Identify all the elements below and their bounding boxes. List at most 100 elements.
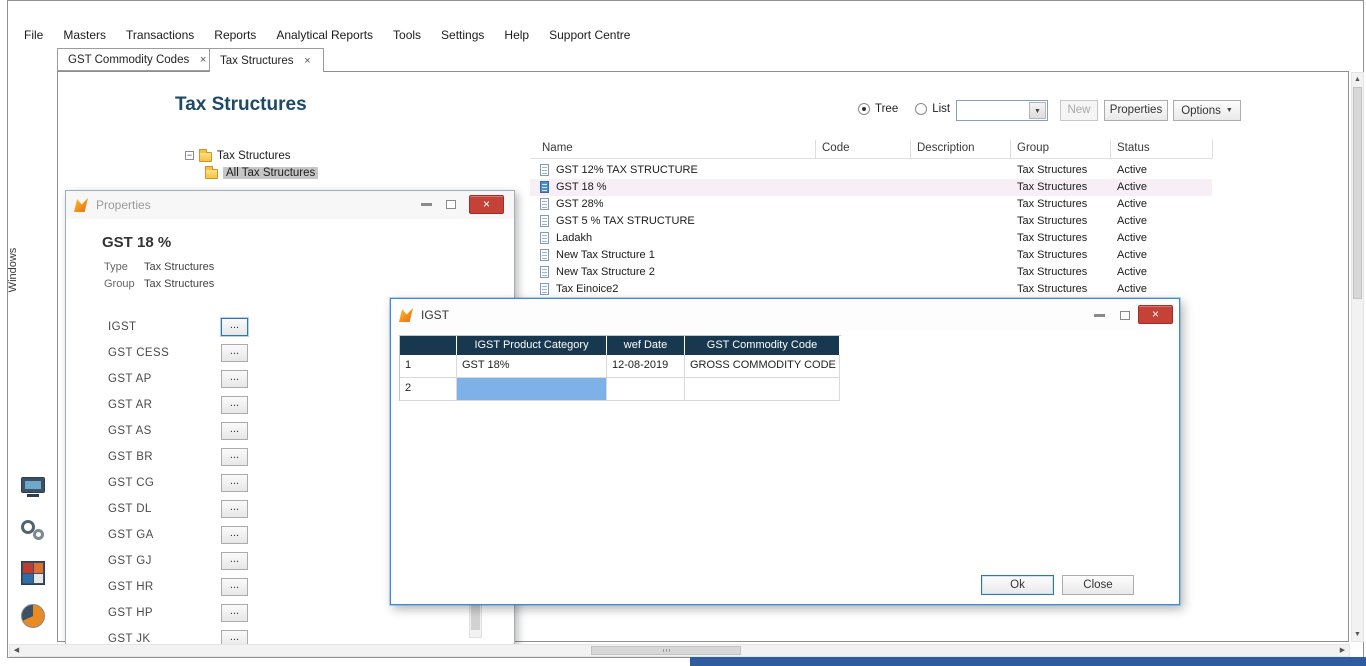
tree-root-label[interactable]: Tax Structures	[217, 150, 291, 162]
tab-tax-structures[interactable]: Tax Structures×	[209, 48, 324, 72]
column-header-description[interactable]: Description	[917, 142, 975, 154]
column-header-name[interactable]: Name	[542, 142, 573, 154]
table-row-gst-5-tax-structure[interactable]: GST 5 % TAX STRUCTURETax StructuresActiv…	[530, 213, 1212, 230]
cell-status: Active	[1117, 249, 1147, 261]
grid-header-row: IGST Product Categorywef DateGST Commodi…	[400, 336, 841, 355]
ellipsis-button-gst-dl[interactable]: ...	[221, 500, 248, 518]
grid-cell[interactable]	[457, 378, 607, 401]
table-row-gst-28[interactable]: GST 28%Tax StructuresActive	[530, 196, 1212, 213]
column-header-group[interactable]: Group	[1017, 142, 1049, 154]
dialog-title: Properties	[96, 198, 151, 212]
menu-item-transactions[interactable]: Transactions	[126, 28, 194, 42]
menu-item-tools[interactable]: Tools	[393, 28, 421, 42]
menu-item-reports[interactable]: Reports	[214, 28, 256, 42]
document-icon	[540, 283, 549, 295]
scroll-up-icon[interactable]: ▲	[1352, 73, 1363, 86]
grid-cell[interactable]: GROSS COMMODITY CODE	[685, 355, 840, 378]
dock-item-monitor[interactable]	[21, 477, 49, 507]
options-button[interactable]: Options ▼	[1173, 100, 1241, 121]
field-label-gst-hr: GST HR	[108, 581, 154, 593]
field-label-igst: IGST	[108, 321, 136, 333]
grid-cell[interactable]	[685, 378, 840, 401]
maximize-icon[interactable]	[1120, 311, 1130, 320]
tab-gst-commodity-codes[interactable]: GST Commodity Codes×	[57, 48, 219, 71]
vertical-scrollbar-thumb[interactable]	[1353, 87, 1362, 299]
minimize-icon[interactable]	[1094, 314, 1105, 317]
properties-button[interactable]: Properties	[1104, 100, 1168, 121]
minimize-icon[interactable]	[421, 203, 432, 206]
tree-radio-label[interactable]: Tree	[875, 103, 898, 115]
dialog-titlebar[interactable]: Properties ×	[66, 191, 514, 219]
ellipsis-button-gst-cess[interactable]: ...	[221, 344, 248, 362]
document-icon	[540, 232, 549, 244]
menu-item-support-centre[interactable]: Support Centre	[549, 28, 630, 42]
new-button[interactable]: New	[1060, 100, 1098, 121]
column-header-status[interactable]: Status	[1117, 142, 1150, 154]
tab-close-icon[interactable]: ×	[303, 55, 313, 67]
tree-child-label[interactable]: All Tax Structures	[223, 167, 318, 179]
menu-item-analytical-reports[interactable]: Analytical Reports	[276, 28, 373, 42]
close-icon[interactable]: ×	[1138, 305, 1173, 324]
dock-item-reports[interactable]	[21, 604, 49, 634]
cell-name: Tax Einoice2	[556, 283, 618, 295]
cell-name: GST 5 % TAX STRUCTURE	[556, 215, 695, 227]
table-row-gst-18[interactable]: GST 18 %Tax StructuresActive	[530, 179, 1212, 196]
ellipsis-button-igst[interactable]: ...	[221, 318, 248, 336]
ellipsis-button-gst-hp[interactable]: ...	[221, 604, 248, 622]
vertical-scrollbar[interactable]: ▲ ▼	[1351, 72, 1364, 642]
grid-cell[interactable]: 12-08-2019	[607, 355, 685, 378]
ok-button[interactable]: Ok	[981, 575, 1054, 595]
tab-close-icon[interactable]: ×	[198, 54, 208, 66]
table-row-ladakh[interactable]: LadakhTax StructuresActive	[530, 230, 1212, 247]
ellipsis-button-gst-jk[interactable]: ...	[221, 630, 248, 645]
grid-header-igst-product-category: IGST Product Category	[457, 336, 607, 355]
table-row-new-tax-structure-1[interactable]: New Tax Structure 1Tax StructuresActive	[530, 247, 1212, 264]
ellipsis-button-gst-hr[interactable]: ...	[221, 578, 248, 596]
list-radio-button[interactable]	[915, 103, 927, 115]
horizontal-scrollbar-thumb[interactable]	[591, 646, 741, 655]
ellipsis-button-gst-br[interactable]: ...	[221, 448, 248, 466]
menu-item-masters[interactable]: Masters	[63, 28, 106, 42]
table-row-tax-einoice2[interactable]: Tax Einoice2Tax StructuresActive	[530, 281, 1212, 298]
table-row-gst-12-tax-structure[interactable]: GST 12% TAX STRUCTURETax StructuresActiv…	[530, 162, 1212, 179]
grid-cell[interactable]: 1	[400, 355, 457, 378]
ellipsis-button-gst-ap[interactable]: ...	[221, 370, 248, 388]
close-icon[interactable]: ×	[469, 195, 504, 214]
column-separator	[1010, 140, 1011, 158]
collapse-icon[interactable]: −	[185, 151, 194, 160]
scroll-right-icon[interactable]: ▶	[1336, 645, 1349, 656]
menu-item-settings[interactable]: Settings	[441, 28, 484, 42]
list-radio-label[interactable]: List	[932, 103, 950, 115]
grid-row-1: 1GST 18%12-08-2019GROSS COMMODITY CODE	[400, 355, 841, 378]
windows-panel-tab[interactable]: Windows	[7, 240, 21, 300]
scroll-left-icon[interactable]: ◀	[10, 645, 23, 656]
dock-item-settings[interactable]	[20, 518, 48, 548]
ellipsis-button-gst-gj[interactable]: ...	[221, 552, 248, 570]
scroll-down-icon[interactable]: ▼	[1352, 628, 1363, 641]
ellipsis-button-gst-as[interactable]: ...	[221, 422, 248, 440]
column-header-code[interactable]: Code	[822, 142, 850, 154]
taskbar-fragment[interactable]	[690, 657, 1366, 666]
maximize-icon[interactable]	[446, 200, 456, 209]
tree-radio-button[interactable]	[858, 103, 870, 115]
quick-select-combobox[interactable]: ▼	[956, 100, 1048, 121]
close-button[interactable]: Close	[1062, 575, 1134, 595]
menu-item-help[interactable]: Help	[504, 28, 529, 42]
group-label: Group	[104, 278, 144, 290]
grid-cell[interactable]: 2	[400, 378, 457, 401]
dock-item-modules[interactable]	[21, 561, 49, 591]
tree-node-root[interactable]: − Tax Structures	[185, 147, 318, 164]
menu-item-file[interactable]: File	[24, 28, 43, 42]
dialog-titlebar[interactable]: IGST ×	[391, 299, 1179, 331]
ellipsis-button-gst-ga[interactable]: ...	[221, 526, 248, 544]
type-label: Type	[104, 261, 144, 273]
ellipsis-button-gst-cg[interactable]: ...	[221, 474, 248, 492]
horizontal-scrollbar[interactable]: ◀ ▶	[9, 644, 1350, 657]
table-row-new-tax-structure-2[interactable]: New Tax Structure 2Tax StructuresActive	[530, 264, 1212, 281]
chevron-down-icon[interactable]: ▼	[1029, 102, 1046, 119]
ellipsis-button-gst-ar[interactable]: ...	[221, 396, 248, 414]
tree-node-all-tax-structures[interactable]: All Tax Structures	[205, 164, 318, 181]
grid-cell[interactable]: GST 18%	[457, 355, 607, 378]
document-icon	[540, 181, 549, 193]
grid-cell[interactable]	[607, 378, 685, 401]
